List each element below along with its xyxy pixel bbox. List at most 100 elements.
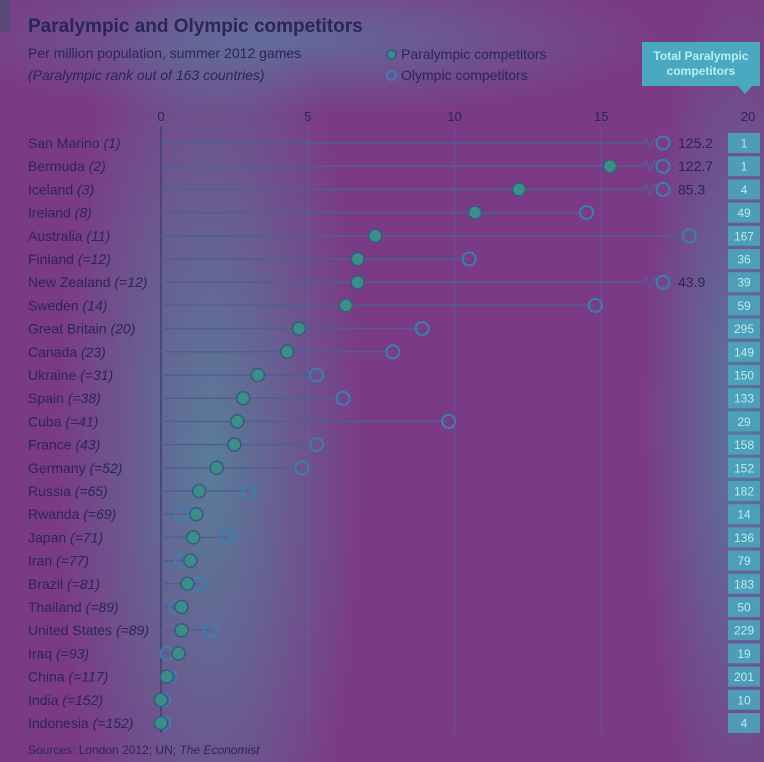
paralympic-point (209, 460, 225, 476)
paralympic-point (291, 321, 307, 336)
total-value: 14 (737, 508, 751, 522)
x-tick-label: 10 (447, 109, 461, 124)
country-rank: (=71) (70, 529, 103, 545)
total-value: 295 (734, 322, 754, 336)
country-name: United States (28, 622, 116, 638)
country-name: Germany (28, 460, 89, 476)
country-name: China (28, 669, 68, 685)
country-label: Canada (23) (28, 344, 106, 360)
olympic-value-label: 125.2 (678, 135, 713, 151)
country-label: Iraq (=93) (28, 645, 89, 661)
country-name: Spain (28, 390, 68, 406)
total-value: 39 (737, 276, 751, 290)
paralympic-point (338, 298, 354, 313)
country-label: Japan (=71) (28, 529, 103, 545)
paralympic-point (230, 414, 245, 429)
country-rank: (=12) (114, 274, 147, 290)
country-rank: (=81) (67, 576, 100, 592)
paralympic-point (368, 228, 383, 244)
source-prefix: Sources: London 2012; UN; (28, 743, 180, 757)
country-label: Finland (=12) (28, 251, 111, 267)
total-value: 152 (734, 461, 754, 475)
country-name: Rwanda (28, 506, 83, 522)
total-value: 49 (737, 206, 751, 220)
paralympic-point (153, 715, 169, 731)
country-rank: (2) (89, 158, 106, 174)
country-label: Rwanda (=69) (28, 506, 116, 522)
x-tick-label: 0 (157, 109, 164, 124)
country-label: New Zealand (=12) (28, 274, 147, 290)
dot-plot: 051015202530San Marino (1)125.21Bermuda … (28, 109, 760, 733)
total-value: 59 (737, 299, 751, 313)
chart-canvas: Paralympic and Olympic competitors Per m… (0, 0, 764, 762)
country-name: Brazil (28, 576, 67, 592)
country-name: India (28, 692, 62, 708)
paralympic-point (235, 390, 251, 406)
country-rank: (11) (86, 228, 110, 244)
country-rank: (1) (103, 135, 120, 151)
country-label: Spain (=38) (28, 390, 101, 406)
country-label: Australia (11) (28, 228, 110, 244)
total-value: 201 (734, 670, 754, 684)
paralympic-point (250, 367, 266, 383)
paralympic-point (171, 646, 186, 661)
country-label: Indonesia (=152) (28, 715, 133, 731)
total-value: 79 (737, 554, 751, 568)
country-name: Cuba (28, 413, 65, 429)
country-name: Iceland (28, 181, 77, 197)
country-label: Russia (=65) (28, 483, 108, 499)
country-label: Iran (=77) (28, 553, 89, 569)
country-rank: (3) (77, 181, 94, 197)
total-value: 150 (734, 369, 754, 383)
paralympic-point (350, 274, 365, 290)
country-name: Russia (28, 483, 75, 499)
paralympic-point (186, 530, 201, 545)
country-rank: (=89) (86, 599, 119, 615)
paralympic-point (191, 483, 207, 499)
country-name: Ukraine (28, 367, 80, 383)
x-tick-label: 5 (304, 109, 311, 124)
source-publication: The Economist (179, 743, 260, 757)
x-tick-label: 15 (594, 109, 608, 124)
country-rank: (=152) (93, 715, 134, 731)
total-value: 149 (734, 345, 754, 359)
country-name: Indonesia (28, 715, 93, 731)
country-name: Bermuda (28, 158, 89, 174)
country-label: Ireland (8) (28, 205, 92, 221)
total-value: 133 (734, 392, 754, 406)
paralympic-point (467, 205, 483, 220)
paralympic-point (188, 506, 204, 522)
total-value: 29 (737, 415, 751, 429)
country-rank: (=117) (68, 669, 108, 685)
paralympic-point (350, 251, 365, 267)
total-value: 50 (737, 601, 751, 615)
country-name: Sweden (28, 297, 82, 313)
total-value: 4 (741, 717, 748, 731)
total-value: 36 (737, 253, 751, 267)
country-label: Great Britain (20) (28, 321, 135, 337)
olympic-point (655, 181, 671, 197)
country-name: Finland (28, 251, 78, 267)
country-name: Great Britain (28, 321, 110, 337)
paralympic-point (174, 622, 189, 638)
country-rank: (43) (75, 437, 100, 453)
country-label: Germany (=52) (28, 460, 123, 476)
country-label: Brazil (=81) (28, 576, 100, 592)
country-name: Iraq (28, 645, 56, 661)
paralympic-point (183, 553, 198, 568)
country-label: Thailand (=89) (28, 599, 119, 615)
total-value: 182 (734, 485, 754, 499)
total-value: 167 (734, 229, 754, 243)
olympic-point (655, 274, 671, 290)
country-label: India (=152) (28, 692, 103, 708)
country-rank: (=31) (80, 367, 113, 383)
country-label: Sweden (14) (28, 297, 107, 313)
country-name: Iran (28, 553, 56, 569)
paralympic-point (511, 182, 527, 197)
total-value: 10 (737, 693, 751, 707)
country-name: France (28, 437, 75, 453)
country-rank: (=12) (78, 251, 111, 267)
source-note: Sources: London 2012; UN; The Economist (28, 743, 259, 757)
country-label: Iceland (3) (28, 181, 94, 197)
country-rank: (=77) (56, 553, 89, 569)
